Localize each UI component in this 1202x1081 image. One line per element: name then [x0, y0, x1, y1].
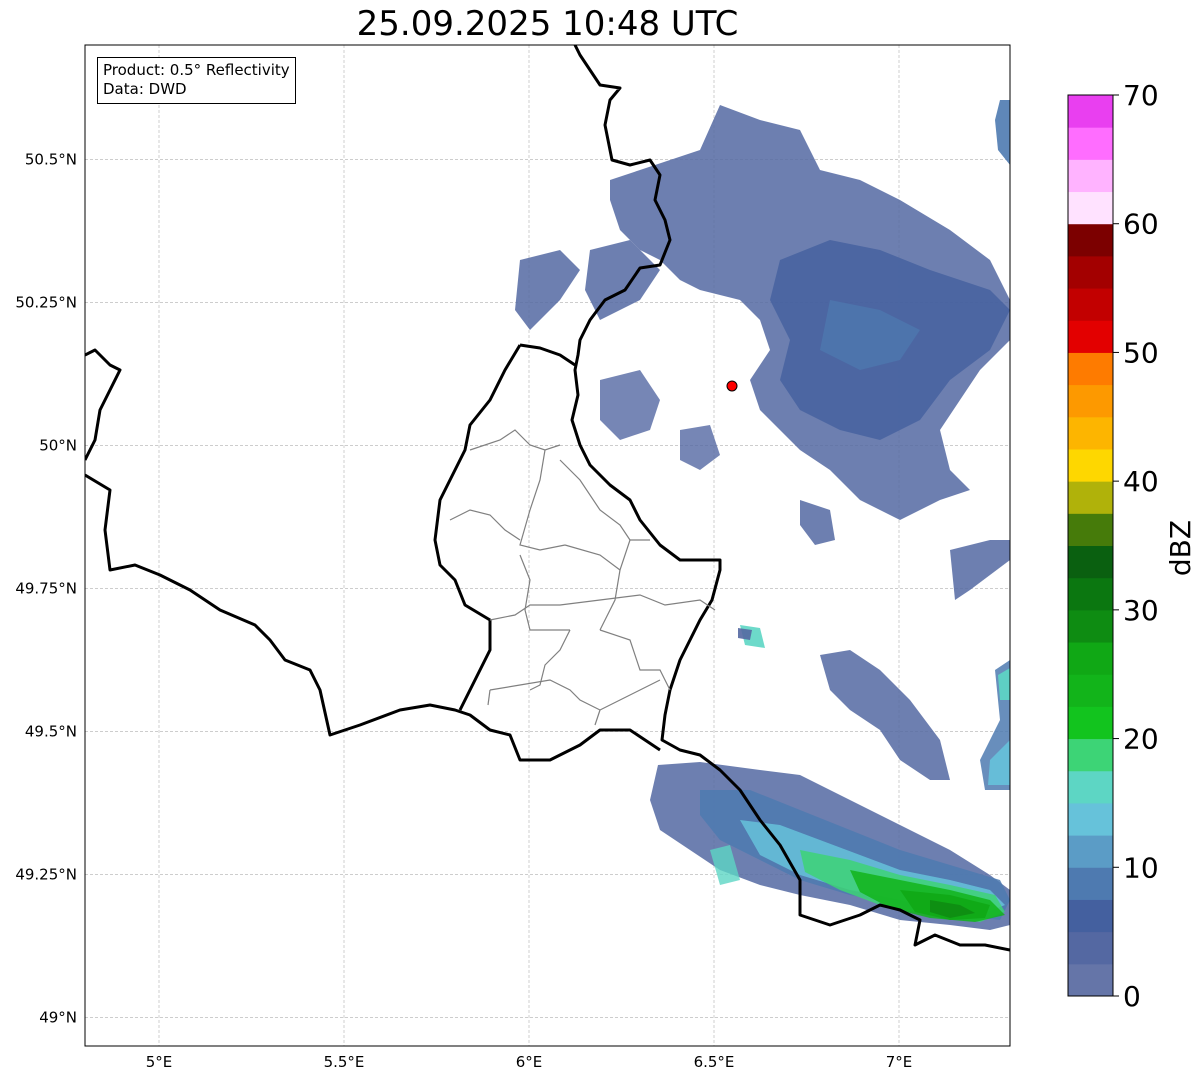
colorbar-band — [1068, 642, 1113, 675]
lon-tick-label: 7°E — [886, 1053, 913, 1071]
colorbar-band — [1068, 674, 1113, 707]
lat-tick-label: 49°N — [39, 1008, 77, 1026]
colorbar-band — [1068, 963, 1113, 997]
info-box: Product: 0.5° Reflectivity Data: DWD — [97, 57, 296, 104]
colorbar-band — [1068, 545, 1113, 579]
colorbar-band — [1068, 513, 1113, 546]
colorbar-band — [1068, 416, 1113, 450]
colorbar-band — [1068, 899, 1113, 933]
product-text: Product: 0.5° Reflectivity — [103, 61, 290, 79]
colorbar-tick-label: 70 — [1123, 79, 1159, 112]
colorbar-band — [1068, 481, 1113, 514]
colorbar-band — [1068, 352, 1113, 386]
lat-tick-label: 50°N — [39, 436, 77, 454]
lon-tick-label: 6°E — [516, 1053, 543, 1071]
colorbar-ticks: 0 10 20 30 40 50 60 70 — [1113, 79, 1159, 1013]
colorbar-band — [1068, 255, 1113, 289]
colorbar-bands — [1068, 95, 1113, 997]
lat-tick-label: 49.75°N — [15, 579, 77, 597]
colorbar-band — [1068, 448, 1113, 482]
colorbar-band — [1068, 738, 1113, 772]
colorbar-tick-label: 60 — [1123, 208, 1159, 241]
colorbar-band — [1068, 127, 1113, 160]
colorbar-band — [1068, 835, 1113, 868]
colorbar-band — [1068, 223, 1113, 257]
colorbar-band — [1068, 931, 1113, 965]
colorbar-band — [1068, 577, 1113, 611]
colorbar-band — [1068, 802, 1113, 836]
map-plot-area — [84, 44, 1011, 1047]
radar-site-marker — [726, 380, 738, 392]
longitude-tick-labels: 5°E 5.5°E 6°E 6.5°E 7°E — [146, 1053, 913, 1071]
lat-tick-label: 49.25°N — [15, 865, 77, 883]
colorbar-band — [1068, 867, 1113, 900]
colorbar-band — [1068, 706, 1113, 740]
data-source-text: Data: DWD — [103, 80, 187, 98]
latitude-tick-labels: 49°N 49.25°N 49.5°N 49.75°N 50°N 50.25°N 50.5°… — [15, 150, 77, 1026]
lon-tick-label: 6.5°E — [694, 1053, 735, 1071]
colorbar-tick-label: 50 — [1123, 336, 1159, 369]
colorbar-tick-label: 40 — [1123, 465, 1159, 498]
colorbar: 0 10 20 30 40 50 60 70 dBZ — [1067, 79, 1197, 1013]
colorbar-band — [1068, 770, 1113, 804]
colorbar-band — [1068, 191, 1113, 225]
colorbar-band — [1068, 384, 1113, 418]
colorbar-band — [1068, 609, 1113, 643]
radar-map: 5°E 5.5°E 6°E 6.5°E 7°E 49°N 49.25°N 49.5°N 49.… — [15, 44, 1197, 1071]
colorbar-band — [1068, 95, 1113, 128]
lat-tick-label: 50.5°N — [25, 150, 77, 168]
colorbar-tick-label: 20 — [1123, 723, 1159, 756]
lat-tick-label: 50.25°N — [15, 293, 77, 311]
colorbar-tick-label: 30 — [1123, 594, 1159, 627]
colorbar-band — [1068, 288, 1113, 321]
colorbar-band — [1068, 320, 1113, 353]
lon-tick-label: 5.5°E — [324, 1053, 365, 1071]
colorbar-tick-label: 10 — [1123, 851, 1159, 884]
colorbar-label: dBZ — [1164, 520, 1197, 576]
lon-tick-label: 5°E — [146, 1053, 173, 1071]
colorbar-tick-label: 0 — [1123, 980, 1141, 1013]
lat-tick-label: 49.5°N — [25, 722, 77, 740]
colorbar-band — [1068, 159, 1113, 193]
